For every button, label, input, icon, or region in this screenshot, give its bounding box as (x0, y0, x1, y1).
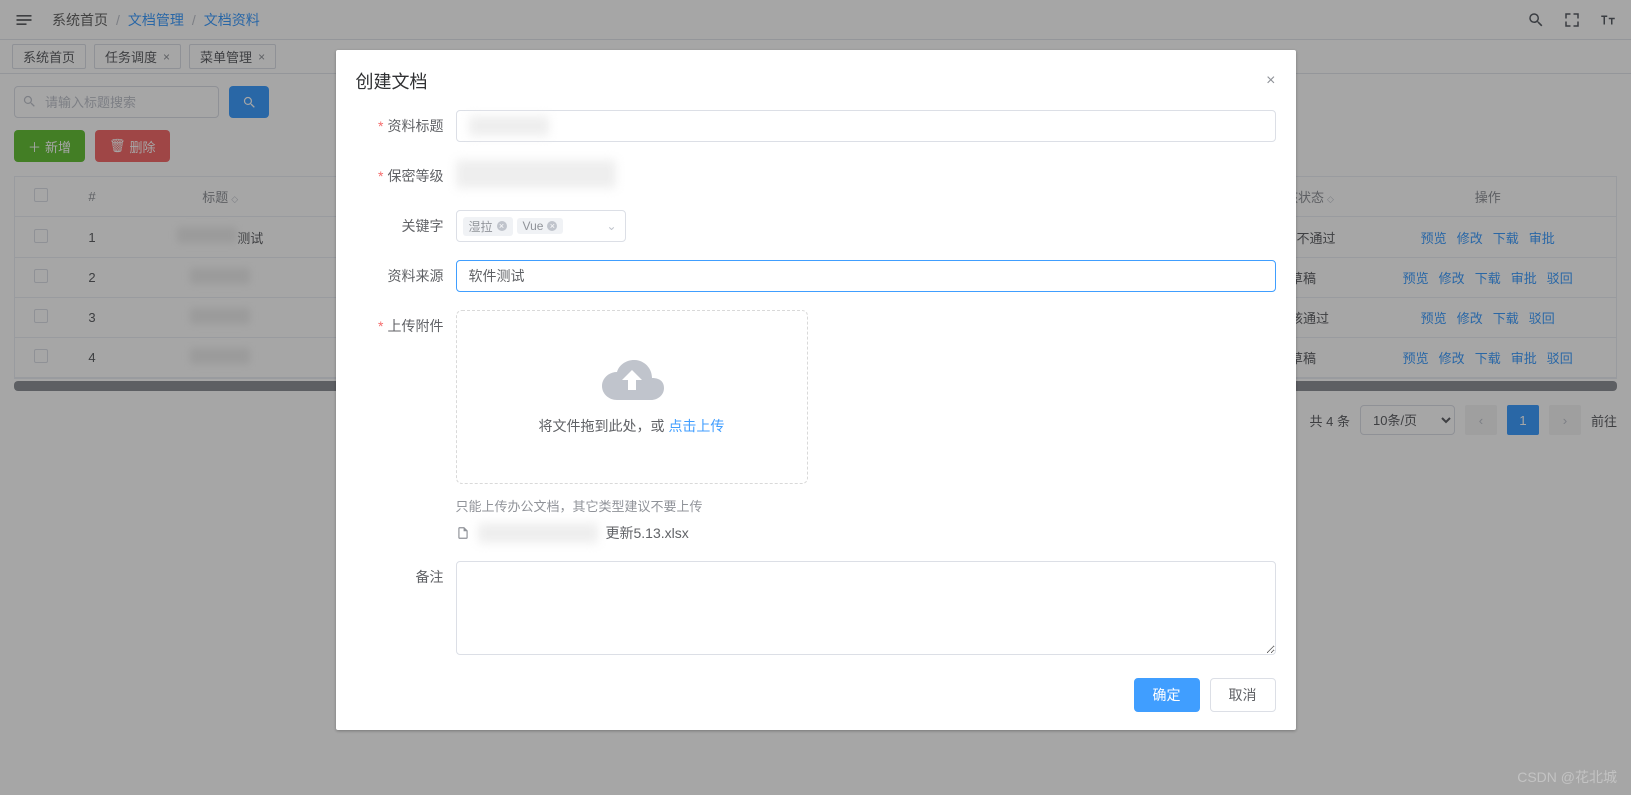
dialog-title: 创建文档 (356, 68, 428, 94)
file-icon (456, 526, 470, 540)
source-input[interactable] (456, 260, 1276, 292)
label-upload: 上传附件 (388, 318, 444, 334)
confirm-button[interactable]: 确定 (1134, 678, 1200, 712)
label-remark: 备注 (416, 569, 444, 585)
tag-item[interactable]: 湿拉× (463, 217, 513, 236)
label-title: 资料标题 (388, 118, 444, 134)
upload-tip: 只能上传办公文档，其它类型建议不要上传 (456, 496, 1276, 515)
create-doc-dialog: 创建文档 × *资料标题 *保密等级 关键字 湿拉× Vue× ⌄ 资料来源 (336, 50, 1296, 730)
upload-cloud-icon (599, 358, 665, 402)
cancel-button[interactable]: 取消 (1210, 678, 1276, 712)
remark-textarea[interactable] (456, 561, 1276, 655)
keywords-select[interactable]: 湿拉× Vue× ⌄ (456, 210, 626, 242)
label-keywords: 关键字 (402, 218, 444, 234)
upload-text: 将文件拖到此处，或 (539, 418, 669, 434)
secret-select[interactable] (456, 160, 616, 188)
close-icon[interactable]: × (1266, 72, 1275, 90)
tag-remove-icon[interactable]: × (497, 221, 507, 231)
watermark: CSDN @花北城 (1517, 767, 1617, 787)
tag-remove-icon[interactable]: × (547, 221, 557, 231)
file-name-suffix: 更新5.13.xlsx (606, 523, 689, 543)
upload-link[interactable]: 点击上传 (668, 418, 724, 434)
tag-item[interactable]: Vue× (517, 218, 564, 234)
label-secret: 保密等级 (388, 168, 444, 184)
title-input[interactable] (456, 110, 1276, 142)
uploaded-file[interactable]: 更新5.13.xlsx (456, 523, 1276, 543)
upload-dropzone[interactable]: 将文件拖到此处，或 点击上传 (456, 310, 808, 484)
chevron-down-icon: ⌄ (606, 219, 616, 233)
label-source: 资料来源 (388, 268, 444, 284)
